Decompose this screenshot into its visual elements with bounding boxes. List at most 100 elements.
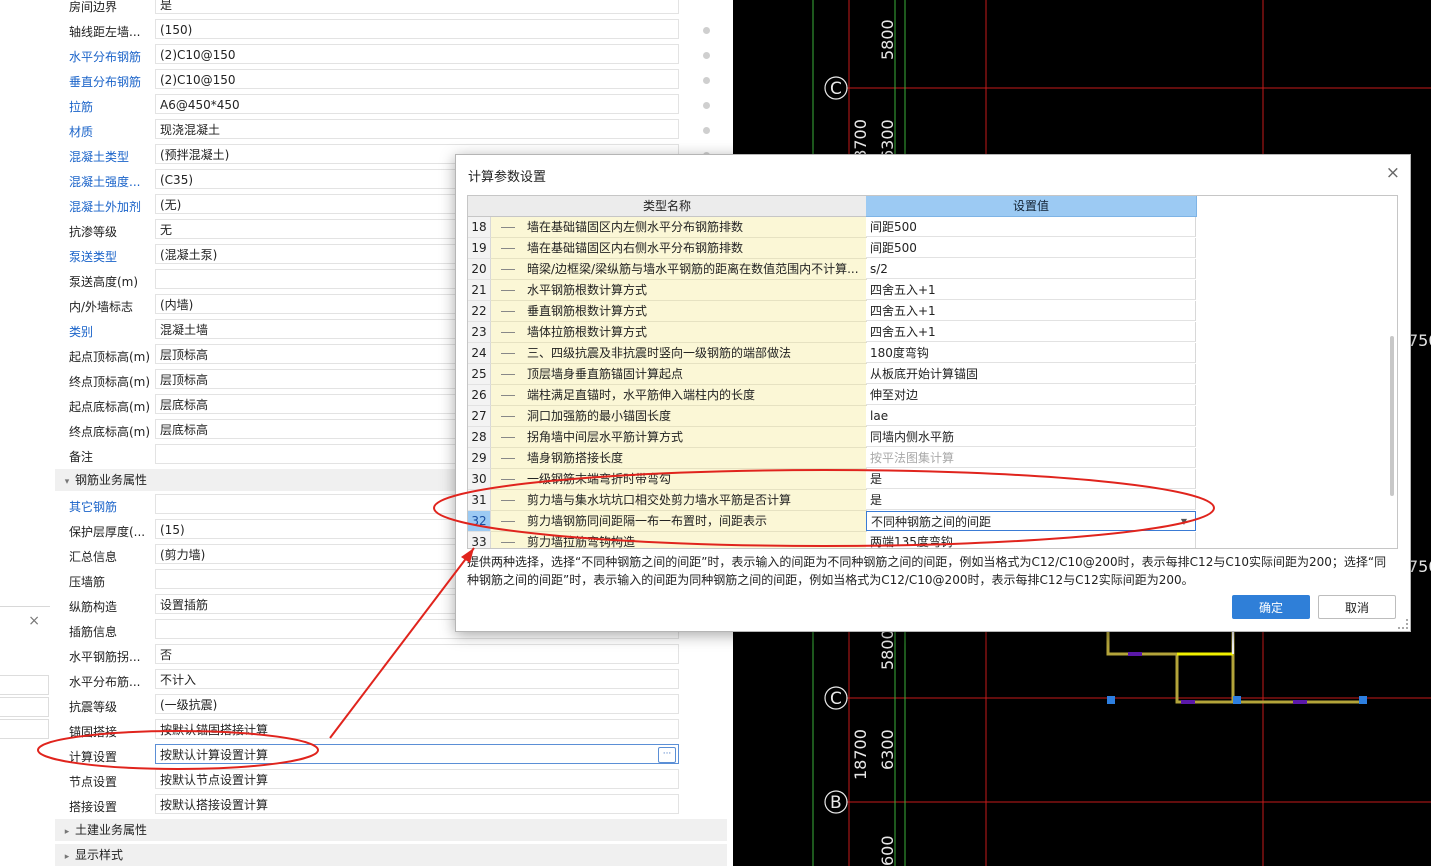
- row-number: 29: [468, 448, 491, 469]
- param-value-dropdown[interactable]: 不同种钢筋之间的间距 ▼: [866, 511, 1196, 531]
- property-group-header[interactable]: ▸ 显示样式: [55, 844, 727, 866]
- property-row[interactable]: 水平分布钢筋 (2)C10@150: [55, 43, 727, 68]
- param-value-cell[interactable]: 间距500: [866, 217, 1196, 237]
- param-row[interactable]: 31 剪力墙与集水坑坑口相交处剪力墙水平筋是否计算 是: [468, 490, 1197, 511]
- param-value-cell[interactable]: 从板底开始计算锚固: [866, 364, 1196, 384]
- param-value: 从板底开始计算锚固: [870, 367, 979, 381]
- panel-slot[interactable]: [0, 675, 49, 695]
- chevron-down-icon[interactable]: ▾: [59, 471, 75, 493]
- property-value: 按默认节点设置计算: [160, 773, 269, 787]
- property-value-field[interactable]: 按默认锚固搭接计算: [155, 719, 679, 739]
- param-row[interactable]: 24 三、四级抗震及非抗震时竖向一级钢筋的端部做法 180度弯钩: [468, 343, 1197, 364]
- property-value-field[interactable]: 现浇混凝土: [155, 119, 679, 139]
- chevron-down-icon[interactable]: ▼: [1181, 512, 1187, 530]
- param-value-cell[interactable]: s/2: [866, 259, 1196, 279]
- panel-slot[interactable]: [0, 697, 49, 717]
- property-label: 轴线距左墙...: [69, 25, 141, 39]
- tree-line-icon: [501, 427, 515, 438]
- property-label: 抗渗等级: [69, 225, 118, 239]
- tree-line-icon: [501, 322, 515, 333]
- property-label: 拉筋: [69, 100, 94, 114]
- param-value-cell[interactable]: 同墙内侧水平筋: [866, 427, 1196, 447]
- param-row[interactable]: 29 墙身钢筋搭接长度 按平法图集计算: [468, 448, 1197, 469]
- param-value-cell[interactable]: 180度弯钩: [866, 343, 1196, 363]
- property-value-field[interactable]: (一级抗震): [155, 694, 679, 714]
- property-group-header[interactable]: ▸ 土建业务属性: [55, 819, 727, 841]
- property-value-field[interactable]: 不计入: [155, 669, 679, 689]
- property-value-field[interactable]: (2)C10@150: [155, 44, 679, 64]
- param-row[interactable]: 21 水平钢筋根数计算方式 四舍五入+1: [468, 280, 1197, 301]
- param-row[interactable]: 19 墙在基础锚固区内右侧水平分布钢筋排数 间距500: [468, 238, 1197, 259]
- property-value-field[interactable]: 是: [155, 0, 679, 14]
- property-value: (剪力墙): [160, 548, 206, 562]
- param-row[interactable]: 20 暗梁/边框梁/梁纵筋与墙水平钢筋的距离在数值范围内不计算... s/2: [468, 259, 1197, 280]
- property-value-field[interactable]: (2)C10@150: [155, 69, 679, 89]
- more-options-button[interactable]: ···: [658, 747, 676, 763]
- property-row[interactable]: 锚固搭接 按默认锚固搭接计算: [55, 718, 727, 743]
- param-value-cell[interactable]: 四舍五入+1: [866, 301, 1196, 321]
- tree-line-icon: [501, 280, 515, 291]
- ok-button[interactable]: 确定: [1232, 595, 1310, 619]
- scrollbar-thumb[interactable]: [1390, 336, 1394, 496]
- chevron-right-icon[interactable]: ▸: [59, 821, 75, 843]
- param-row[interactable]: 32 剪力墙钢筋同间距隔一布一布置时，间距表示 不同种钢筋之间的间距 ▼: [468, 511, 1197, 532]
- property-status-icon: [703, 77, 710, 84]
- property-row[interactable]: 轴线距左墙... (150): [55, 18, 727, 43]
- property-row[interactable]: 拉筋 A6@450*450: [55, 93, 727, 118]
- param-row[interactable]: 22 垂直钢筋根数计算方式 四舍五入+1: [468, 301, 1197, 322]
- property-label: 汇总信息: [69, 550, 118, 564]
- property-row[interactable]: 抗震等级 (一级抗震): [55, 693, 727, 718]
- property-label: 插筋信息: [69, 625, 118, 639]
- param-name-cell: 顶层墙身垂直筋锚固计算起点: [491, 364, 867, 385]
- param-row[interactable]: 23 墙体拉筋根数计算方式 四舍五入+1: [468, 322, 1197, 343]
- property-row[interactable]: 垂直分布钢筋 (2)C10@150: [55, 68, 727, 93]
- close-icon[interactable]: ×: [28, 613, 40, 629]
- param-row[interactable]: 28 拐角墙中间层水平筋计算方式 同墙内侧水平筋: [468, 427, 1197, 448]
- property-value-field[interactable]: A6@450*450: [155, 94, 679, 114]
- param-value-cell[interactable]: 是: [866, 490, 1196, 510]
- param-row[interactable]: 26 端柱满足直锚时，水平筋伸入端柱内的长度 伸至对边: [468, 385, 1197, 406]
- property-row[interactable]: 计算设置 按默认计算设置计算 ···: [55, 743, 727, 768]
- property-value: 现浇混凝土: [160, 123, 221, 137]
- param-value-cell[interactable]: 是: [866, 469, 1196, 489]
- property-value-field[interactable]: (150): [155, 19, 679, 39]
- column-header-name: 类型名称: [468, 196, 867, 217]
- param-value-cell[interactable]: 间距500: [866, 238, 1196, 258]
- param-value-cell[interactable]: 两端135度弯钩: [866, 532, 1196, 548]
- param-value-cell[interactable]: 四舍五入+1: [866, 280, 1196, 300]
- tree-line-icon: [501, 406, 515, 417]
- property-row[interactable]: 水平钢筋拐... 否: [55, 643, 727, 668]
- property-row[interactable]: 材质 现浇混凝土: [55, 118, 727, 143]
- chevron-right-icon[interactable]: ▸: [59, 846, 75, 866]
- property-row[interactable]: 水平分布筋... 不计入: [55, 668, 727, 693]
- param-value-cell[interactable]: 四舍五入+1: [866, 322, 1196, 342]
- param-name-cell: 三、四级抗震及非抗震时竖向一级钢筋的端部做法: [491, 343, 867, 364]
- property-value-field[interactable]: 否: [155, 644, 679, 664]
- param-name: 剪力墙与集水坑坑口相交处剪力墙水平筋是否计算: [527, 493, 792, 507]
- property-value-field[interactable]: 按默认搭接设置计算: [155, 794, 679, 814]
- resize-grip-icon[interactable]: [1398, 619, 1408, 629]
- param-row[interactable]: 33 剪力墙拉筋弯钩构造 两端135度弯钩: [468, 532, 1197, 548]
- dimension-label: 750: [1408, 557, 1431, 576]
- close-icon[interactable]: ×: [1386, 163, 1400, 183]
- param-row[interactable]: 27 洞口加强筋的最小锚固长度 lae: [468, 406, 1197, 427]
- property-value-field[interactable]: 按默认节点设置计算: [155, 769, 679, 789]
- property-value: 层底标高: [160, 423, 209, 437]
- property-row[interactable]: 节点设置 按默认节点设置计算: [55, 768, 727, 793]
- property-value-field[interactable]: 按默认计算设置计算 ···: [155, 744, 679, 764]
- cancel-button[interactable]: 取消: [1318, 595, 1396, 619]
- tree-line-icon: [501, 259, 515, 270]
- param-row[interactable]: 25 顶层墙身垂直筋锚固计算起点 从板底开始计算锚固: [468, 364, 1197, 385]
- param-name: 一级钢筋末端弯折时带弯勾: [527, 472, 672, 486]
- param-value-cell[interactable]: lae: [866, 406, 1196, 426]
- property-row[interactable]: 搭接设置 按默认搭接设置计算: [55, 793, 727, 818]
- param-name: 剪力墙钢筋同间距隔一布一布置时，间距表示: [527, 514, 768, 528]
- group-title: 土建业务属性: [75, 823, 148, 837]
- panel-slot[interactable]: [0, 719, 49, 739]
- grid-scrollbar[interactable]: [1387, 196, 1397, 548]
- param-value-cell[interactable]: 按平法图集计算: [866, 448, 1196, 468]
- param-row[interactable]: 18 墙在基础锚固区内左侧水平分布钢筋排数 间距500: [468, 217, 1197, 238]
- param-value-cell[interactable]: 伸至对边: [866, 385, 1196, 405]
- property-row[interactable]: 房间边界 是: [55, 0, 727, 18]
- param-row[interactable]: 30 一级钢筋末端弯折时带弯勾 是: [468, 469, 1197, 490]
